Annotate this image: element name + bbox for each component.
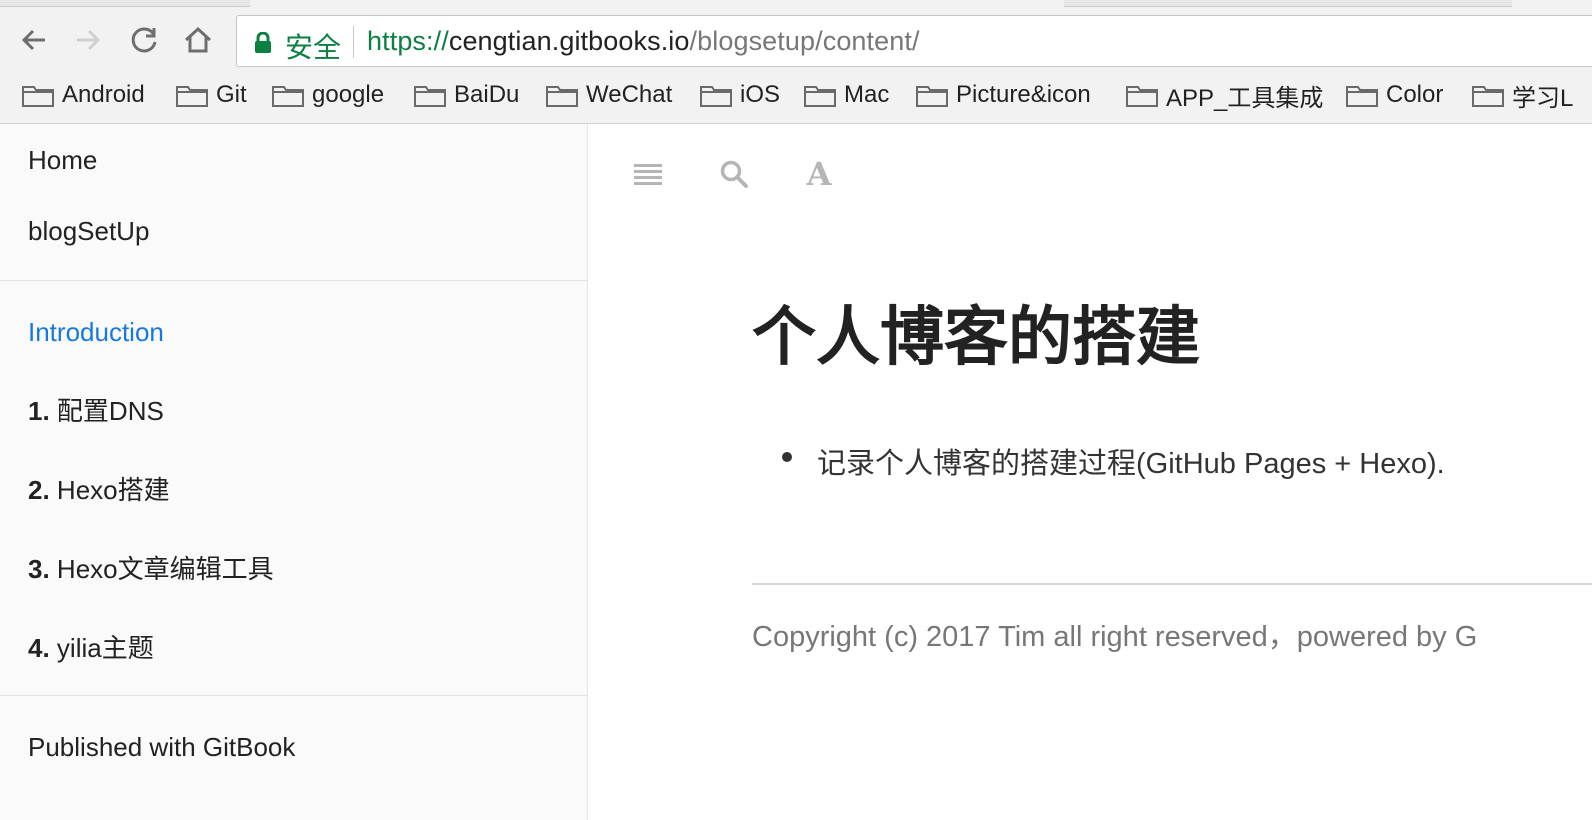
chapter-label: Hexo文章编辑工具 <box>56 554 274 584</box>
folder-icon <box>272 86 304 107</box>
search-button[interactable] <box>716 156 752 192</box>
sidebar-link-blogsetup[interactable]: blogSetUp <box>28 216 149 247</box>
bookmark-label: google <box>312 81 385 108</box>
reload-icon <box>131 27 157 53</box>
arrow-left-icon <box>21 29 45 51</box>
bookmark-folder[interactable]: Mac <box>804 80 889 110</box>
list-item: 记录个人博客的搭建过程(GitHub Pages + Hexo). <box>817 448 1445 480</box>
chapter-label: Hexo搭建 <box>56 475 170 505</box>
sidebar-link-home[interactable]: Home <box>28 145 97 176</box>
url-path: /blogsetup/content/ <box>689 26 920 56</box>
bookmarks-bar: Android Git google BaiDu WeChat iOS Mac … <box>0 70 1592 124</box>
folder-icon <box>22 86 54 107</box>
sidebar-item-introduction[interactable]: Introduction <box>28 317 164 348</box>
menu-icon <box>634 164 662 185</box>
address-bar[interactable]: 安全 https://cengtian.gitbooks.io/blogsetu… <box>236 15 1592 67</box>
folder-icon <box>916 86 948 107</box>
font-settings-button[interactable]: A <box>801 155 837 193</box>
bookmark-folder[interactable]: APP_工具集成 <box>1126 80 1324 112</box>
sidebar-item-chapter-1[interactable]: 1. 配置DNS <box>28 391 164 428</box>
sidebar-item-chapter-3[interactable]: 3. Hexo文章编辑工具 <box>28 549 274 586</box>
bookmark-label: Android <box>62 81 145 108</box>
published-with-gitbook-link[interactable]: Published with GitBook <box>28 732 295 763</box>
sidebar-item-chapter-4[interactable]: 4. yilia主题 <box>28 628 154 665</box>
lock-icon <box>255 32 271 53</box>
home-button[interactable] <box>180 22 216 58</box>
chapter-label: yilia主题 <box>56 633 154 663</box>
bookmark-label: Color <box>1386 81 1444 108</box>
bookmark-label: BaiDu <box>454 81 520 108</box>
arrow-right-icon <box>77 29 101 51</box>
font-settings-icon: A <box>806 155 832 193</box>
secure-label: 安全 <box>285 32 342 63</box>
tab-edge <box>0 0 250 7</box>
footer-divider <box>752 583 1592 585</box>
url-scheme: https:// <box>367 26 449 56</box>
forward-button[interactable] <box>70 22 106 58</box>
bookmark-folder[interactable]: Color <box>1346 80 1443 110</box>
browser-toolbar: 安全 https://cengtian.gitbooks.io/blogsetu… <box>0 0 1592 70</box>
address-separator <box>353 26 354 58</box>
sidebar-divider <box>0 280 588 281</box>
bookmark-folder[interactable]: WeChat <box>546 80 672 110</box>
url-host: cengtian.gitbooks.io <box>448 26 690 56</box>
bookmark-folder[interactable]: Git <box>176 80 247 110</box>
folder-icon <box>1126 86 1158 107</box>
chapter-number: 4. <box>28 633 50 663</box>
bookmark-label: Mac <box>844 81 890 108</box>
bookmark-label: 学习L <box>1512 84 1574 112</box>
bookmark-folder[interactable]: BaiDu <box>414 80 519 110</box>
folder-icon <box>700 86 732 107</box>
search-icon <box>720 160 748 188</box>
bookmark-label: Picture&icon <box>956 81 1091 108</box>
folder-icon <box>176 86 208 107</box>
folder-icon <box>546 86 578 107</box>
back-button[interactable] <box>16 22 52 58</box>
chapter-label: 配置DNS <box>56 396 164 426</box>
bookmark-label: APP_工具集成 <box>1166 84 1324 112</box>
bookmark-folder[interactable]: iOS <box>700 80 780 110</box>
bookmark-label: WeChat <box>586 81 673 108</box>
folder-icon <box>414 86 446 107</box>
home-icon <box>184 26 212 53</box>
page-title: 个人博客的搭建 <box>752 301 1200 373</box>
folder-icon <box>1472 86 1504 107</box>
tab-edge <box>1064 0 1512 7</box>
sidebar-item-chapter-2[interactable]: 2. Hexo搭建 <box>28 470 170 507</box>
reload-button[interactable] <box>126 22 162 58</box>
sidebar-divider <box>0 695 588 696</box>
bookmark-label: iOS <box>740 81 781 108</box>
bookmark-folder[interactable]: google <box>272 80 384 110</box>
chapter-number: 3. <box>28 554 50 584</box>
folder-icon <box>804 86 836 107</box>
bookmark-label: Git <box>216 81 247 108</box>
list-bullet <box>782 452 792 462</box>
toggle-summary-button[interactable] <box>630 156 666 192</box>
chapter-number: 1. <box>28 396 50 426</box>
bookmark-folder[interactable]: Picture&icon <box>916 80 1091 110</box>
copyright-text: Copyright (c) 2017 Tim all right reserve… <box>752 621 1478 653</box>
folder-icon <box>1346 86 1378 107</box>
bookmark-folder[interactable]: Android <box>22 80 145 110</box>
bookmark-folder[interactable]: 学习L <box>1472 80 1574 112</box>
book-summary-sidebar: Home blogSetUp Introduction 1. 配置DNS 2. … <box>0 124 588 820</box>
url-text[interactable]: https://cengtian.gitbooks.io/blogsetup/c… <box>367 26 920 57</box>
chapter-number: 2. <box>28 475 50 505</box>
